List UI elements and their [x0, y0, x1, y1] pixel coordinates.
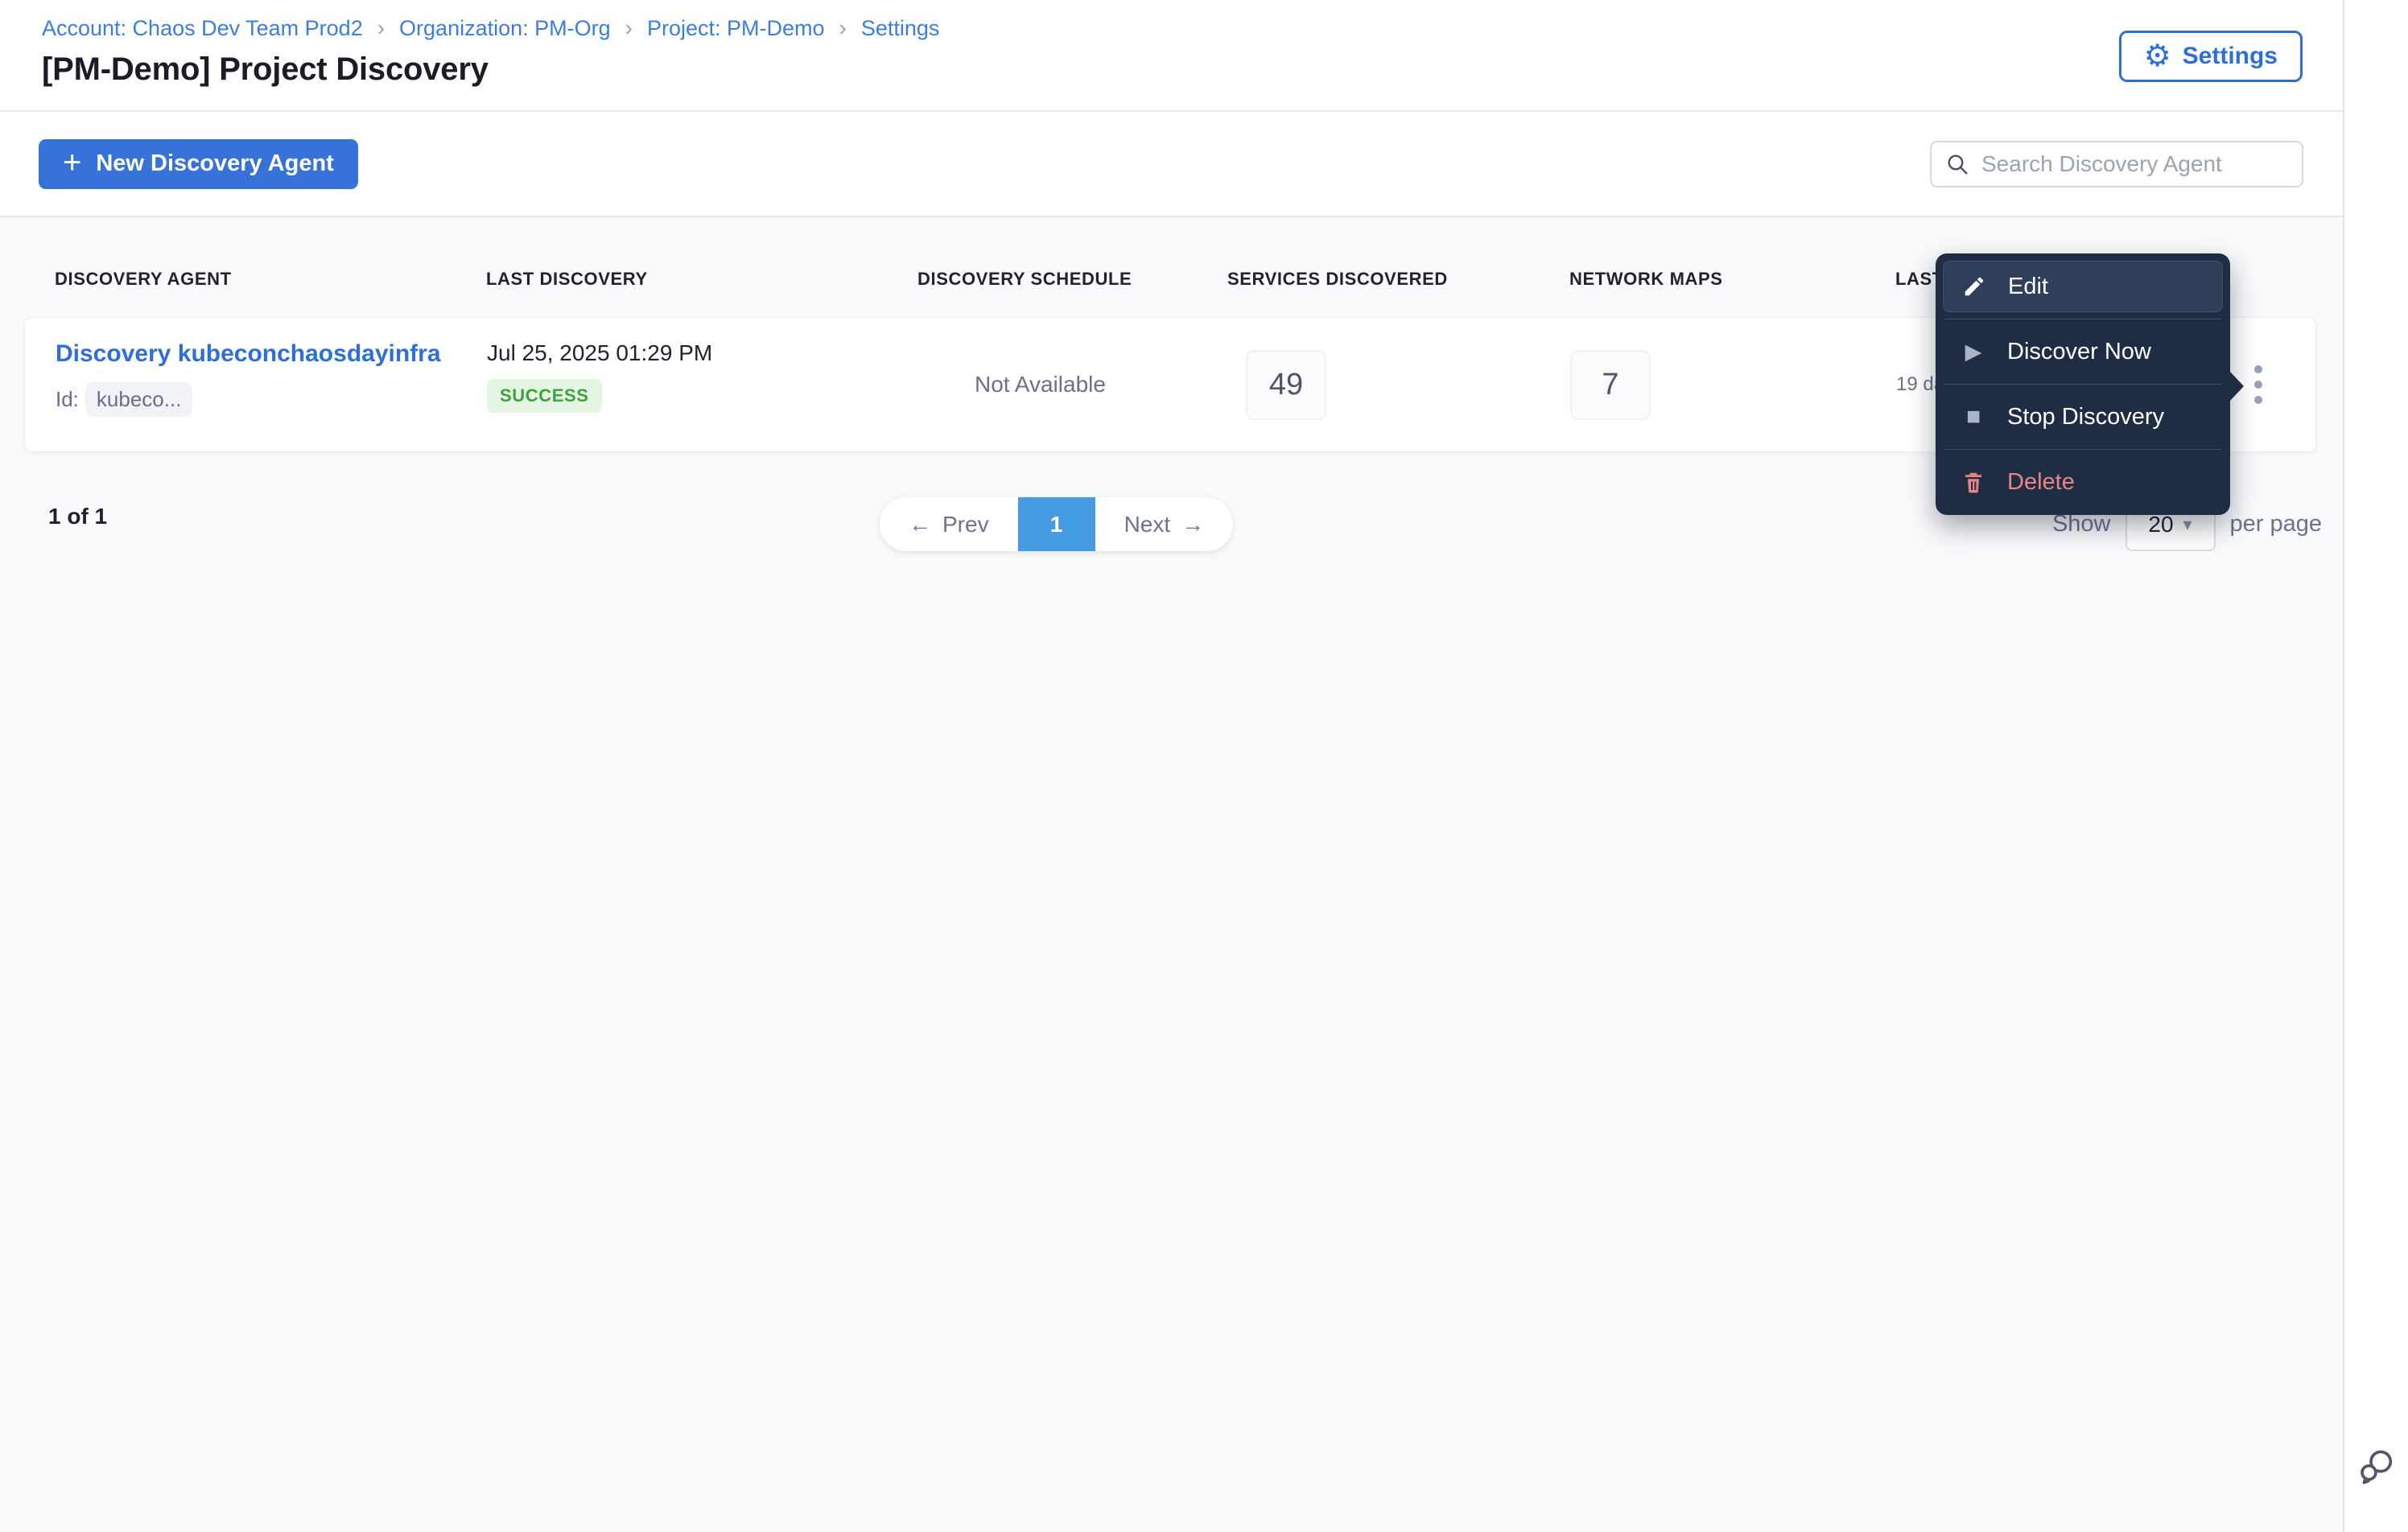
breadcrumb-separator-icon: ›	[625, 15, 633, 40]
chevron-down-icon: ▾	[2183, 513, 2192, 534]
row-context-menu: Edit ▶ Discover Now ■ Stop Discovery Del…	[1936, 253, 2244, 515]
toolbar: + New Discovery Agent	[0, 112, 2343, 217]
per-page-label: per page	[2229, 511, 2323, 537]
page-summary: 1 of 1	[48, 504, 108, 529]
breadcrumb-project-link[interactable]: Project: PM-Demo	[647, 14, 825, 42]
id-label: Id:	[56, 387, 79, 411]
column-header-services-discovered: SERVICES DISCOVERED	[1227, 269, 1448, 289]
new-discovery-agent-label: New Discovery Agent	[96, 150, 334, 176]
menu-item-delete[interactable]: Delete	[1943, 456, 2223, 508]
services-discovered-cell: 49	[1228, 349, 1570, 420]
chat-help-button[interactable]	[2356, 1446, 2398, 1490]
kebab-dot	[2254, 365, 2262, 373]
arrow-right-icon: →	[1181, 511, 1205, 537]
agent-id: Id: kubeco...	[56, 382, 487, 417]
row-menu-button[interactable]	[2238, 356, 2278, 413]
edit-pen-icon	[1960, 274, 1989, 299]
prev-label: Prev	[942, 511, 989, 537]
main-area: Account: Chaos Dev Team Prod2 › Organiza…	[0, 0, 2344, 1532]
kebab-dot	[2254, 396, 2262, 404]
last-discovery-date: Jul 25, 2025 01:29 PM	[487, 340, 713, 365]
page-header: Account: Chaos Dev Team Prod2 › Organiza…	[0, 0, 2343, 112]
breadcrumb-organization-link[interactable]: Organization: PM-Org	[399, 14, 611, 42]
page-1-button[interactable]: 1	[1017, 497, 1095, 551]
network-maps-cell: 7	[1570, 349, 1896, 420]
menu-item-edit-label: Edit	[2008, 273, 2048, 299]
new-discovery-agent-button[interactable]: + New Discovery Agent	[39, 138, 358, 189]
menu-arrow	[2229, 370, 2244, 402]
search-icon	[1948, 154, 1968, 175]
breadcrumb: Account: Chaos Dev Team Prod2 › Organiza…	[42, 14, 2303, 42]
page-title: [PM-Demo] Project Discovery	[42, 51, 489, 87]
plus-icon: +	[63, 144, 82, 180]
kebab-dot	[2254, 381, 2262, 389]
last-discovery-cell: Jul 25, 2025 01:29 PM SUCCESS	[487, 340, 918, 413]
agent-cell: Discovery kubeconchaosdayinfra Id: kubec…	[56, 340, 487, 417]
agent-id-pill: kubeco...	[85, 382, 193, 417]
network-maps-count: 7	[1570, 349, 1651, 420]
column-header-network-maps: NETWORK MAPS	[1569, 269, 1723, 289]
gear-icon: ⚙	[2143, 39, 2171, 73]
agent-name-link[interactable]: Discovery kubeconchaosdayinfra	[56, 340, 441, 368]
column-header-last-discovery: LAST DISCOVERY	[486, 269, 648, 289]
menu-divider	[1944, 384, 2221, 385]
services-discovered-count: 49	[1246, 349, 1326, 420]
play-icon: ▶	[1965, 339, 1982, 364]
settings-button-label: Settings	[2182, 43, 2278, 69]
breadcrumb-settings-link[interactable]: Settings	[861, 14, 940, 42]
discovery-schedule-value: Not Available	[975, 372, 1106, 397]
next-label: Next	[1124, 511, 1171, 537]
menu-item-discover-now-label: Discover Now	[2007, 338, 2151, 364]
breadcrumb-account-link[interactable]: Account: Chaos Dev Team Prod2	[42, 14, 363, 42]
stop-icon: ■	[1965, 403, 1981, 430]
right-panel	[2346, 0, 2408, 1532]
page: Account: Chaos Dev Team Prod2 › Organiza…	[0, 0, 2408, 1532]
prev-page-button[interactable]: ← Prev	[880, 497, 1018, 551]
column-header-discovery-schedule: DISCOVERY SCHEDULE	[917, 269, 1132, 289]
breadcrumb-separator-icon: ›	[377, 15, 386, 40]
menu-divider	[1944, 449, 2221, 450]
column-header-discovery-agent: DISCOVERY AGENT	[55, 269, 232, 289]
arrow-left-icon: ←	[909, 511, 931, 537]
menu-item-stop-discovery-label: Stop Discovery	[2007, 403, 2165, 430]
menu-item-edit[interactable]: Edit	[1943, 261, 2223, 312]
menu-item-discover-now[interactable]: ▶ Discover Now	[1943, 326, 2223, 377]
menu-item-stop-discovery[interactable]: ■ Stop Discovery	[1943, 391, 2223, 443]
pager: ← Prev 1 Next →	[880, 497, 1234, 551]
settings-button[interactable]: ⚙ Settings	[2118, 31, 2303, 82]
trash-icon	[1959, 470, 1988, 494]
discovery-schedule-cell: Not Available	[918, 372, 1228, 397]
menu-item-delete-label: Delete	[2007, 468, 2075, 495]
next-page-button[interactable]: Next →	[1095, 497, 1234, 551]
search-box	[1930, 140, 2303, 187]
search-input[interactable]	[1981, 150, 2290, 177]
page-size-value: 20	[2148, 511, 2174, 537]
breadcrumb-separator-icon: ›	[839, 15, 847, 40]
status-badge: SUCCESS	[487, 379, 602, 413]
chat-icon	[2361, 1450, 2393, 1485]
